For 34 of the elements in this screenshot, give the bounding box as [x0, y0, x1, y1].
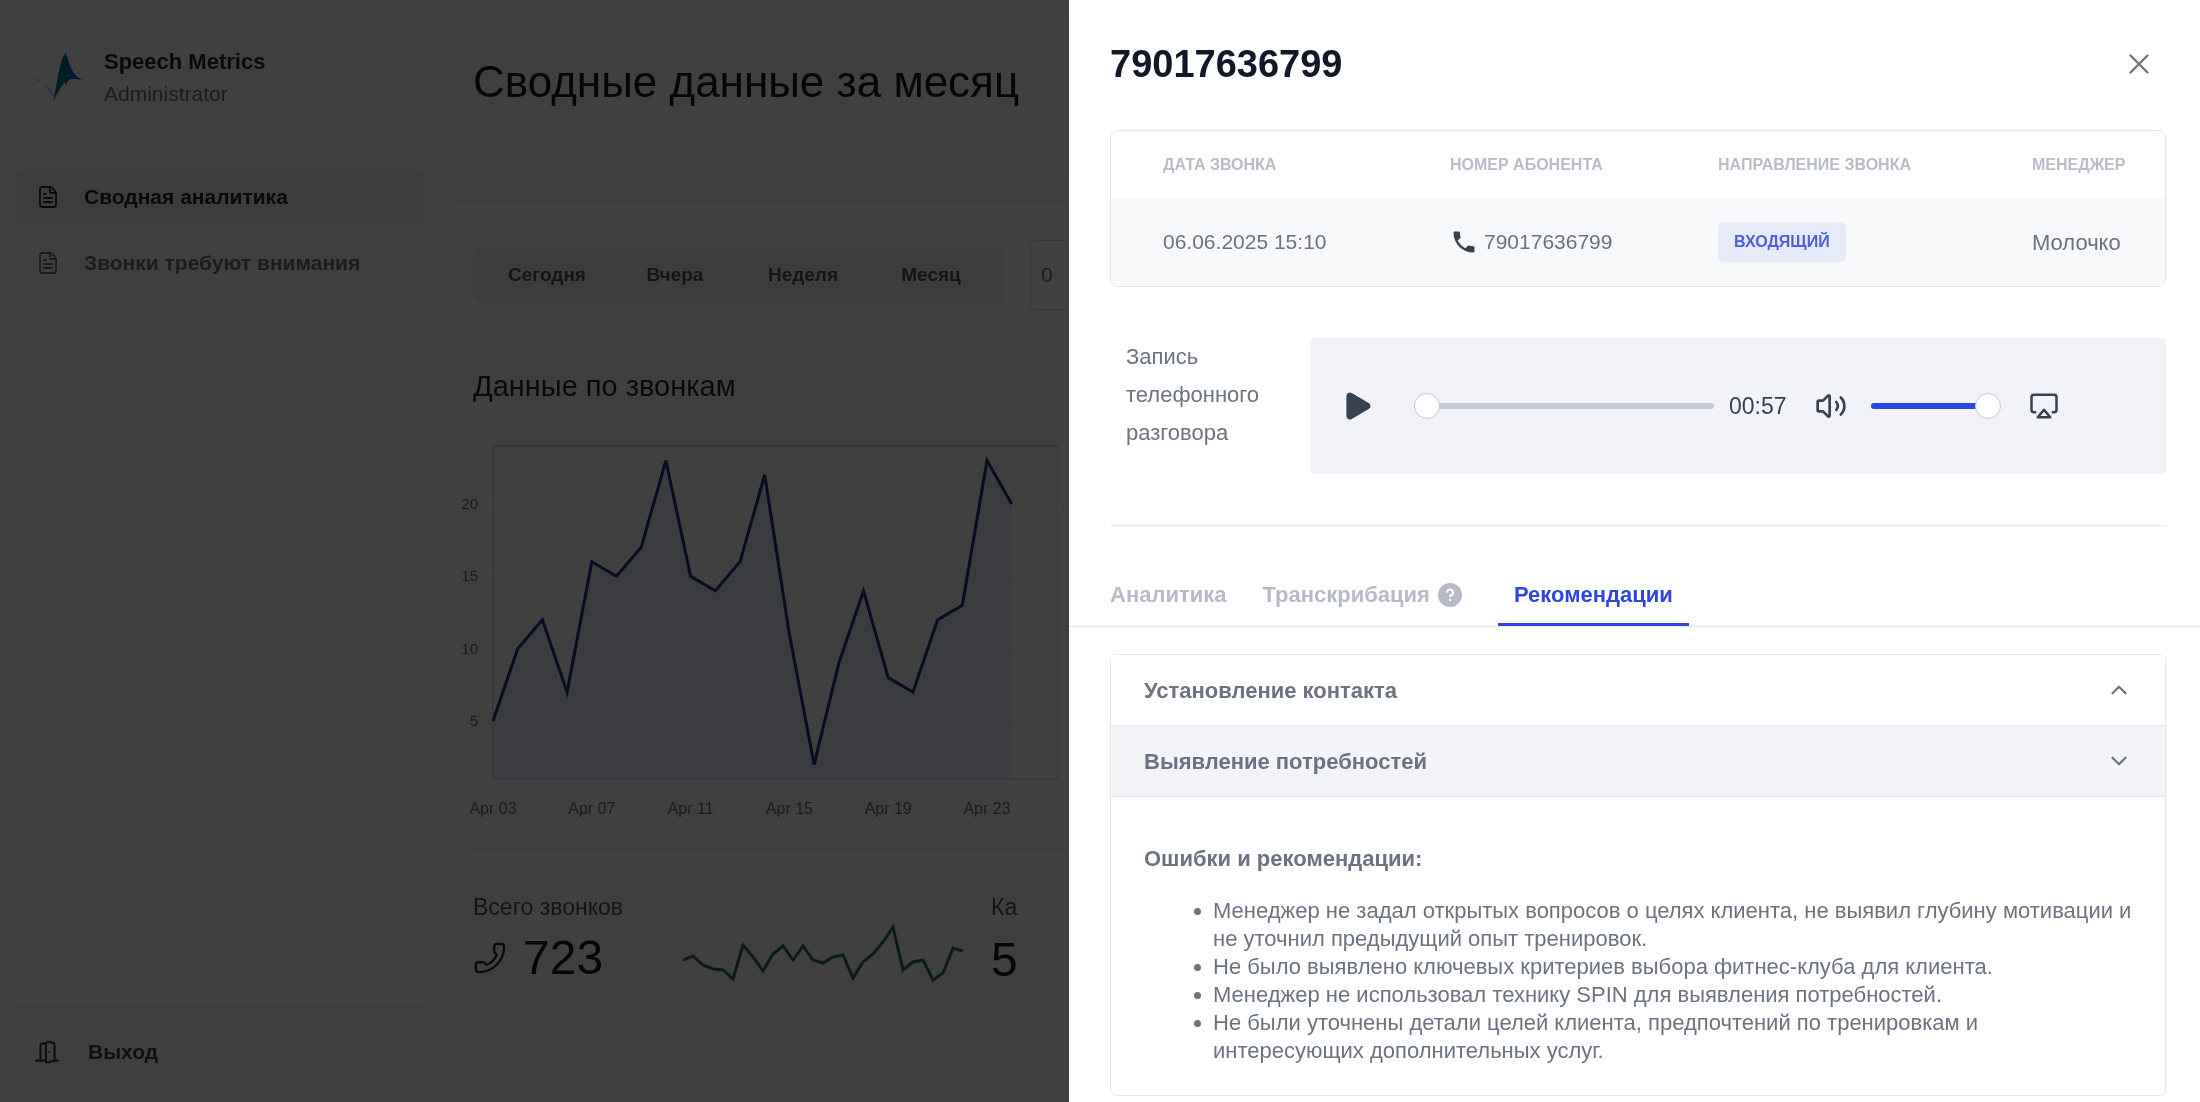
tab[interactable]: Транскрибация: [1262, 566, 1462, 626]
table-cell-text: Молочко: [2032, 228, 2122, 257]
bullet-icon: [1194, 908, 1201, 915]
chart-title: Данные по звонкам: [473, 369, 736, 404]
recommendation-text: Менеджер не задал открытых вопросов о целях клиента, не выявил глубину мотивации и не уточнил предыдущий опыт тренировок.: [1213, 897, 2132, 953]
playback-time: 00:57: [1729, 391, 1787, 421]
drawer-title: 79017636799: [1110, 41, 1343, 87]
recording-label: Запись телефонного разговора: [1125, 343, 1261, 447]
slider-thumb[interactable]: [1414, 393, 1440, 419]
column-header: НАПРАВЛЕНИЕ ЗВОНКА: [1718, 154, 1912, 175]
bullet-icon: [1194, 964, 1201, 971]
recommendation-text: Не были уточнены детали целей клиента, предпочтений по тренировкам и интересующих дополнительных услуг.: [1213, 1009, 1980, 1065]
bullet-icon: [1194, 992, 1201, 999]
accordion-header[interactable]: Выявление потребностей: [1111, 726, 2165, 796]
stat-value: 723: [523, 934, 604, 982]
slider[interactable]: [1870, 392, 2001, 420]
brand-name: Speech Metrics: [104, 48, 266, 76]
table-cell-text: 06.06.2025 15:10: [1163, 229, 1328, 256]
page-title: Сводные данные за месяц: [473, 60, 1020, 104]
column-header: МЕНЕДЖЕР: [2032, 154, 2127, 175]
column-header: ДАТА ЗВОНКА: [1163, 154, 1278, 175]
stat-value: 5: [991, 936, 1018, 984]
bullet-icon: [1194, 1020, 1201, 1027]
slider-thumb[interactable]: [1974, 393, 2001, 419]
airplay-button[interactable]: [2028, 391, 2059, 421]
section-heading: Ошибки и рекомендации:: [1144, 845, 1424, 873]
table-cell-text: 79017636799: [1484, 229, 1613, 256]
column-header: НОМЕР АБОНЕНТА: [1450, 154, 1604, 175]
recommendation-text: Менеджер не использовал технику SPIN для выявления потребностей.: [1213, 981, 1942, 1009]
slider[interactable]: [1414, 392, 1714, 420]
direction-badge: ВХОДЯЩИЙ: [1718, 222, 1846, 262]
recommendation-text: Не было выявлено ключевых критериев выбора фитнес-клуба для клиента.: [1213, 953, 1993, 981]
tab[interactable]: Аналитика: [1110, 566, 1227, 626]
tab[interactable]: Рекомендации: [1497, 566, 1689, 626]
